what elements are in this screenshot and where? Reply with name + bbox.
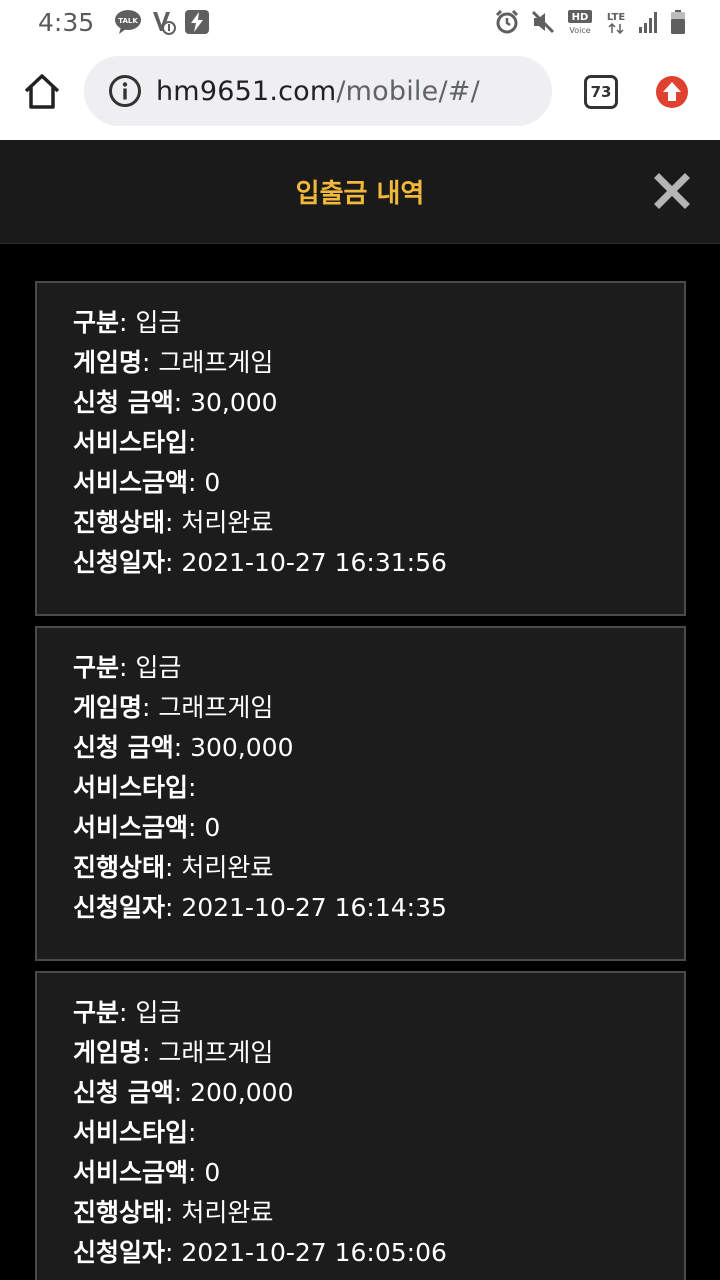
record-date-row: 신청일자: 2021-10-27 16:05:06	[73, 1238, 447, 1267]
record-service-amount-row: 서비스금액: 0	[73, 1158, 221, 1187]
record-card: 구분: 입금 게임명: 그래프게임 신청 금액: 300,000 서비스타입: …	[35, 626, 686, 961]
record-service-amount-value: 0	[204, 813, 221, 842]
record-game-value: 그래프게임	[158, 348, 274, 377]
tab-switcher-button[interactable]: 73	[584, 75, 618, 109]
update-button[interactable]	[655, 75, 689, 109]
record-type-value: 입금	[135, 653, 182, 682]
record-date-row: 신청일자: 2021-10-27 16:31:56	[73, 548, 447, 577]
record-status-row: 진행상태: 처리완료	[73, 1198, 274, 1227]
browser-toolbar: hm9651.com/mobile/#/ 73	[0, 44, 720, 140]
record-status-value: 처리완료	[181, 508, 274, 537]
records-list: 구분: 입금 게임명: 그래프게임 신청 금액: 30,000 서비스타입: 서…	[0, 245, 720, 1280]
record-service-amount-value: 0	[204, 468, 221, 497]
record-service-type-row: 서비스타입:	[73, 428, 197, 457]
home-icon	[24, 74, 60, 109]
record-date-value: 2021-10-27 16:14:35	[181, 893, 447, 922]
record-service-amount-row: 서비스금액: 0	[73, 813, 221, 842]
record-game-row: 게임명: 그래프게임	[73, 693, 274, 722]
record-type-row: 구분: 입금	[73, 998, 182, 1027]
page-title: 입출금 내역	[295, 179, 425, 209]
close-button[interactable]	[654, 173, 690, 209]
record-service-type-row: 서비스타입:	[73, 1118, 197, 1147]
flash-notification-icon	[184, 9, 210, 35]
record-type-value: 입금	[135, 998, 182, 1027]
voice-label: Voice	[569, 26, 590, 35]
app-root: 4:35 TALK HD Voice LTE hm9651.com/mobile…	[0, 0, 720, 1280]
update-arrow-icon	[656, 76, 688, 108]
record-service-amount-value: 0	[204, 1158, 221, 1187]
record-game-value: 그래프게임	[158, 693, 274, 722]
record-game-value: 그래프게임	[158, 1038, 274, 1067]
record-card: 구분: 입금 게임명: 그래프게임 신청 금액: 30,000 서비스타입: 서…	[35, 281, 686, 616]
signal-icon	[638, 10, 660, 34]
info-icon[interactable]	[108, 74, 142, 108]
record-amount-row: 신청 금액: 200,000	[73, 1078, 294, 1107]
record-amount-value: 200,000	[190, 1078, 294, 1107]
close-icon	[654, 173, 690, 209]
record-card: 구분: 입금 게임명: 그래프게임 신청 금액: 200,000 서비스타입: …	[35, 971, 686, 1280]
record-date-value: 2021-10-27 16:31:56	[181, 548, 447, 577]
tab-count: 73	[590, 83, 612, 101]
record-game-row: 게임명: 그래프게임	[73, 1038, 274, 1067]
record-amount-row: 신청 금액: 300,000	[73, 733, 294, 762]
record-date-value: 2021-10-27 16:05:06	[181, 1238, 447, 1267]
record-type-value: 입금	[135, 308, 182, 337]
status-bar: 4:35 TALK HD Voice LTE	[0, 0, 720, 44]
page-header: 입출금 내역	[0, 140, 720, 244]
record-service-amount-row: 서비스금액: 0	[73, 468, 221, 497]
record-service-type-row: 서비스타입:	[73, 773, 197, 802]
hd-voice-icon: HD Voice	[566, 9, 594, 35]
url-text: hm9651.com/mobile/#/	[156, 76, 480, 107]
address-bar[interactable]: hm9651.com/mobile/#/	[84, 56, 552, 126]
lte-icon: LTE	[604, 9, 628, 35]
status-left: 4:35 TALK	[38, 8, 210, 37]
record-date-row: 신청일자: 2021-10-27 16:14:35	[73, 893, 447, 922]
record-status-value: 처리완료	[181, 1198, 274, 1227]
missed-call-icon	[150, 9, 177, 35]
home-button[interactable]	[22, 72, 62, 112]
record-status-row: 진행상태: 처리완료	[73, 853, 274, 882]
record-amount-row: 신청 금액: 30,000	[73, 388, 278, 417]
kakaotalk-icon: TALK	[114, 9, 142, 35]
hd-label: HD	[572, 12, 589, 23]
battery-icon	[670, 9, 686, 35]
url-domain: hm9651.com	[156, 75, 337, 107]
record-type-row: 구분: 입금	[73, 653, 182, 682]
status-time: 4:35	[38, 7, 95, 37]
record-game-row: 게임명: 그래프게임	[73, 348, 274, 377]
record-status-value: 처리완료	[181, 853, 274, 882]
lte-label: LTE	[607, 12, 626, 23]
record-status-row: 진행상태: 처리완료	[73, 508, 274, 537]
talk-badge-text: TALK	[118, 17, 138, 25]
status-right: HD Voice LTE	[494, 9, 686, 35]
record-type-row: 구분: 입금	[73, 308, 182, 337]
url-path: /mobile/#/	[336, 75, 480, 107]
record-amount-value: 300,000	[190, 733, 294, 762]
record-amount-value: 30,000	[190, 388, 278, 417]
alarm-icon	[494, 9, 520, 35]
mute-icon	[530, 9, 556, 35]
